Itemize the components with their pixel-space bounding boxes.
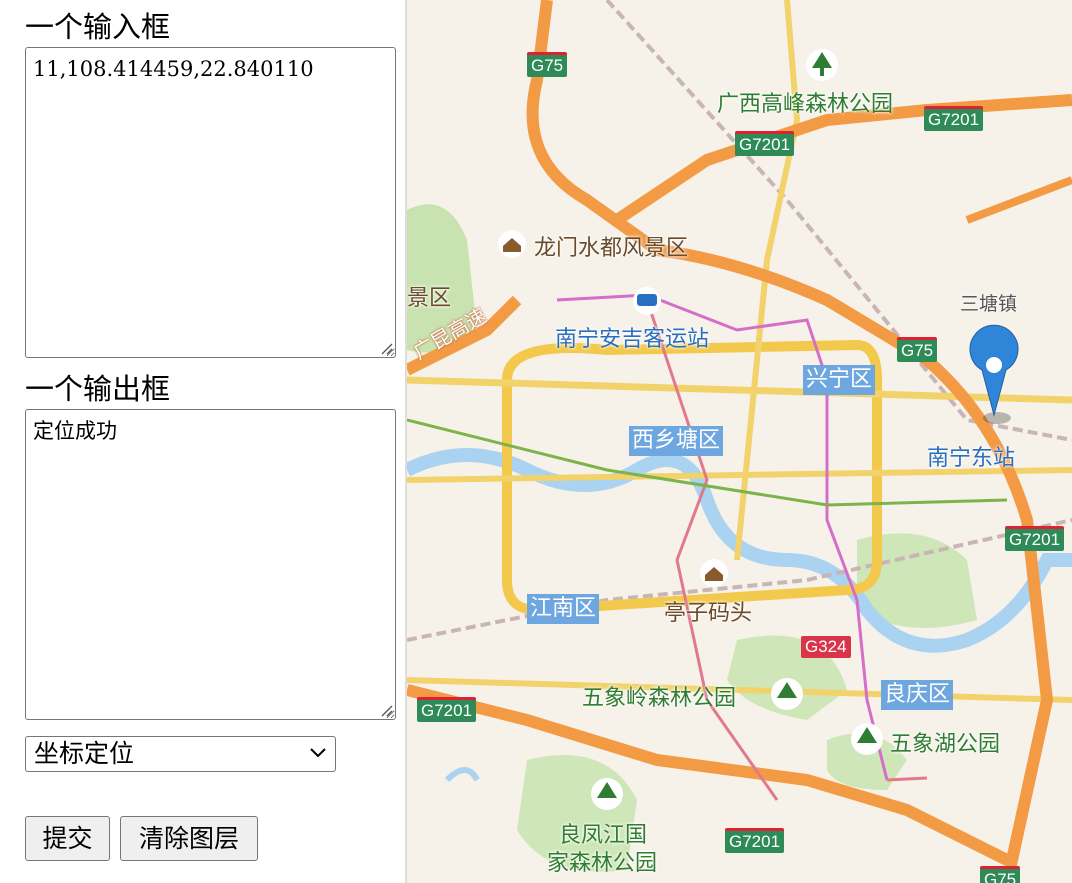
map-label-station: 南宁安吉客运站 — [555, 327, 710, 352]
national-road-shield: G324 — [801, 636, 851, 658]
highway-shield: G7201 — [924, 106, 984, 131]
highway-shield: G7201 — [725, 828, 785, 853]
highway-shield: G75 — [897, 337, 938, 362]
map-label-park: 家森林公园 — [547, 851, 658, 876]
clear-layers-button[interactable]: 清除图层 — [120, 816, 258, 861]
map-label-town: 三塘镇 — [960, 293, 1018, 315]
map-label-district: 良庆区 — [881, 680, 954, 710]
output-textarea[interactable]: 定位成功 — [25, 409, 396, 720]
map-label-poi: 龙门水都风景区 — [534, 236, 689, 261]
mode-select-value: 坐标定位 — [34, 739, 135, 768]
stream — [444, 767, 480, 783]
input-value: 11,108.414459,22.840110 — [33, 57, 314, 81]
highway — [965, 176, 1072, 224]
map-label-poi: 亭子码头 — [664, 601, 753, 626]
highway-shield: G7201 — [417, 697, 477, 722]
control-panel: 一个输入框 11,108.414459,22.840110 一个输出框 定位成功… — [0, 0, 405, 883]
map-label-station: 南宁东站 — [927, 446, 1016, 471]
map-label-partial: 景区 — [407, 286, 452, 311]
highway-shield: G7201 — [1005, 526, 1065, 551]
metro-line — [886, 776, 928, 782]
map-label-district: 西乡塘区 — [629, 426, 724, 456]
mode-select[interactable]: 坐标定位 — [25, 736, 336, 772]
resize-grip-icon[interactable] — [379, 703, 393, 717]
chevron-down-icon — [310, 748, 326, 758]
highway-shield: G75 — [527, 52, 568, 77]
map-label-district: 兴宁区 — [803, 365, 876, 395]
map-label-park: 广西高峰森林公园 — [717, 92, 894, 117]
input-label: 一个输入框 — [25, 10, 171, 44]
highway-shield: G75 — [980, 866, 1021, 883]
input-textarea[interactable]: 11,108.414459,22.840110 — [25, 47, 396, 358]
output-value: 定位成功 — [33, 419, 117, 443]
output-label: 一个输出框 — [25, 372, 171, 406]
highway — [407, 684, 1010, 866]
submit-button[interactable]: 提交 — [25, 816, 110, 861]
map-label-park: 五象湖公园 — [890, 732, 1001, 757]
map-label-district: 江南区 — [527, 594, 600, 624]
highway-shield: G7201 — [735, 131, 795, 156]
map-view[interactable]: 广西高峰森林公园 五象岭森林公园 五象湖公园 良凤江国 家森林公园 龙门水都风景… — [407, 0, 1072, 883]
resize-grip-icon[interactable] — [379, 341, 393, 355]
map-label-park: 五象岭森林公园 — [582, 686, 737, 711]
